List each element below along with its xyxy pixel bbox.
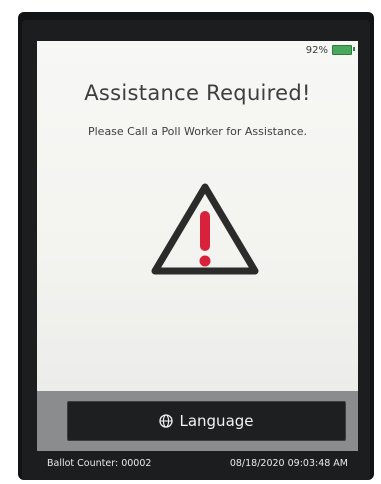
screen: 92% Assistance Required! Please Call a P… (37, 41, 358, 391)
warning-triangle-icon (151, 183, 259, 275)
battery-icon (332, 45, 355, 55)
language-label: Language (179, 412, 254, 430)
status-bar: 92% (305, 41, 355, 59)
alert-title: Assistance Required! (84, 81, 311, 105)
battery-percent: 92% (305, 44, 328, 56)
ballot-counter: Ballot Counter: 00002 (47, 457, 152, 469)
language-button[interactable]: Language (67, 401, 346, 441)
alert-message: Please Call a Poll Worker for Assistance… (87, 125, 308, 138)
globe-icon (159, 414, 174, 428)
datetime: 08/18/2020 09:03:48 AM (229, 457, 348, 469)
footer: Ballot Counter: 00002 08/18/2020 09:03:4… (37, 451, 358, 475)
